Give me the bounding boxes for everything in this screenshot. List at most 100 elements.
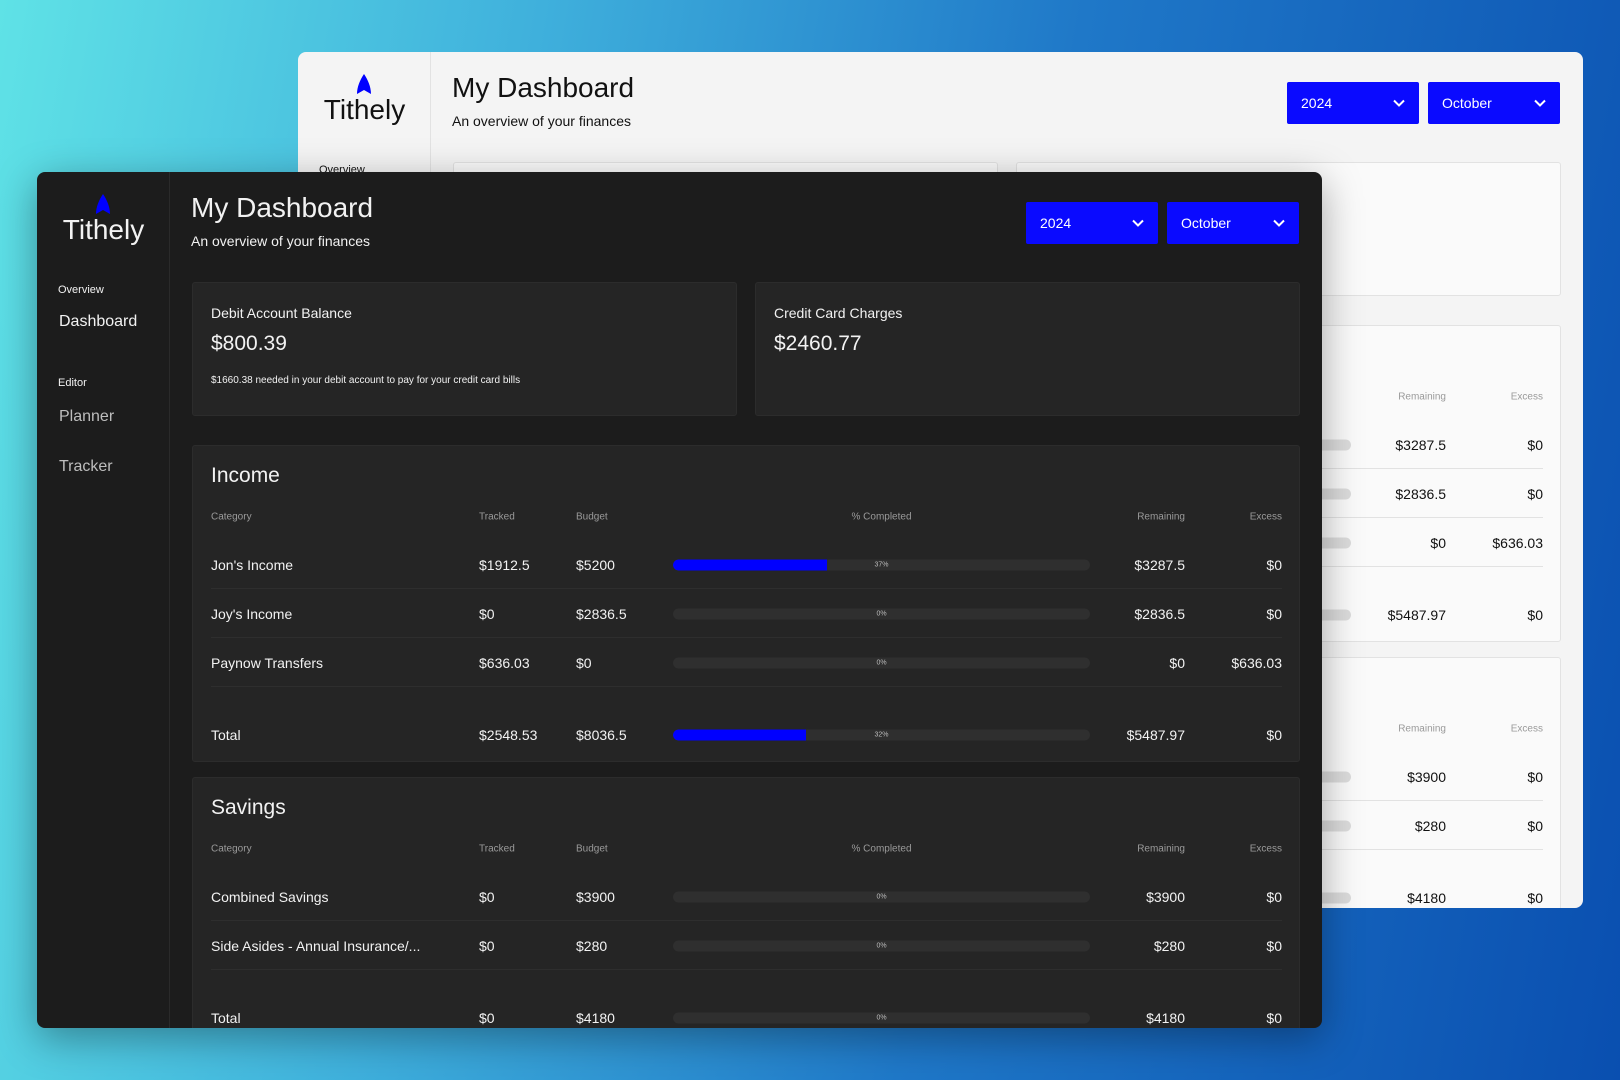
sidebar-item-tracker[interactable]: Tracker (59, 458, 113, 476)
table-row: Joy's Income $0 $2836.5 0% $2836.5 $0 (193, 589, 1299, 638)
page-subtitle: An overview of your finances (452, 113, 631, 129)
dark-dashboard-window: Tithely Overview Dashboard Editor Planne… (37, 172, 1322, 1028)
progress-bar: 0% (673, 608, 1090, 619)
excess-cell: $0 (1527, 889, 1543, 906)
excess-cell: $0 (1266, 937, 1282, 954)
year-value: 2024 (1040, 215, 1072, 231)
month-value: October (1442, 95, 1492, 111)
savings-panel: Savings Category Tracked Budget % Comple… (192, 777, 1300, 1028)
chevron-down-icon (1393, 99, 1405, 107)
month-value: October (1181, 215, 1231, 231)
col-category: Category (211, 511, 252, 523)
row-divider (211, 686, 1282, 687)
remaining-cell: $3287.5 (1134, 556, 1185, 573)
excess-cell: $0 (1527, 436, 1543, 453)
card-value: $800.39 (211, 332, 287, 355)
total-row: Total $2548.53 $8036.5 32% $5487.97 $0 (193, 710, 1299, 759)
income-title: Income (211, 464, 280, 487)
logo-icon (357, 74, 371, 94)
progress-label: 0% (876, 942, 887, 949)
table-row: Jon's Income $1912.5 $5200 37% $3287.5 $… (193, 540, 1299, 589)
remaining-cell: $280 (1153, 937, 1185, 954)
chevron-down-icon (1273, 219, 1285, 227)
category-cell: Combined Savings (211, 888, 329, 905)
debit-balance-card: Debit Account Balance $800.39 $1660.38 n… (192, 282, 737, 416)
page-title: My Dashboard (191, 192, 374, 223)
excess-cell: $0 (1527, 817, 1543, 834)
sidebar-item-dashboard[interactable]: Dashboard (59, 313, 137, 331)
progress-label: 0% (876, 610, 887, 617)
col-budget: Budget (576, 843, 608, 855)
budget-cell: $0 (576, 654, 592, 671)
progress-label: 37% (874, 561, 889, 568)
tracked-cell: $636.03 (479, 654, 530, 671)
page-title: My Dashboard (452, 72, 635, 103)
col-budget: Budget (576, 511, 608, 523)
excess-cell: $0 (1266, 1009, 1282, 1026)
table-row: Side Asides - Annual Insurance/... $0 $2… (193, 921, 1299, 970)
logo-text: Tithely (323, 94, 406, 125)
category-cell: Paynow Transfers (211, 654, 324, 671)
tracked-cell: $0 (479, 1009, 495, 1026)
budget-cell: $4180 (576, 1009, 615, 1026)
excess-cell: $0 (1266, 726, 1282, 743)
excess-cell: $0 (1266, 605, 1282, 622)
remaining-cell: $5487.97 (1126, 726, 1185, 743)
tracked-cell: $1912.5 (479, 556, 530, 573)
excess-cell: $0 (1266, 556, 1282, 573)
card-value: $2460.77 (774, 332, 862, 355)
progress-bar: 0% (673, 940, 1090, 951)
progress-label: 0% (876, 659, 887, 666)
col-remaining: Remaining (1398, 723, 1446, 735)
budget-cell: $3900 (576, 888, 615, 905)
budget-cell: $2836.5 (576, 605, 627, 622)
year-select[interactable]: 2024 (1287, 82, 1419, 124)
chevron-down-icon (1534, 99, 1546, 107)
card-label: Debit Account Balance (211, 305, 352, 321)
remaining-cell: $0 (1169, 654, 1185, 671)
col-completed: % Completed (851, 511, 912, 523)
remaining-cell: $280 (1414, 817, 1446, 834)
table-row: Combined Savings $0 $3900 0% $3900 $0 (193, 872, 1299, 921)
sidebar-item-planner[interactable]: Planner (59, 408, 114, 426)
category-cell: Total (211, 726, 241, 743)
card-note: $1660.38 needed in your debit account to… (211, 375, 521, 386)
month-select[interactable]: October (1428, 82, 1560, 124)
col-excess: Excess (1510, 723, 1543, 735)
budget-cell: $280 (576, 937, 608, 954)
excess-cell: $0 (1527, 485, 1543, 502)
chevron-down-icon (1132, 219, 1144, 227)
progress-bar: 0% (673, 891, 1090, 902)
remaining-cell: $2836.5 (1134, 605, 1185, 622)
savings-title: Savings (211, 796, 286, 819)
remaining-cell: $5487.97 (1387, 606, 1446, 623)
category-cell: Total (211, 1009, 241, 1026)
tracked-cell: $0 (479, 888, 495, 905)
year-select[interactable]: 2024 (1026, 202, 1158, 244)
remaining-cell: $0 (1430, 534, 1446, 551)
excess-cell: $0 (1266, 888, 1282, 905)
budget-cell: $5200 (576, 556, 615, 573)
income-panel: Income Category Tracked Budget % Complet… (192, 445, 1300, 762)
remaining-cell: $2836.5 (1395, 485, 1446, 502)
col-excess: Excess (1510, 391, 1543, 403)
table-row: Paynow Transfers $636.03 $0 0% $0 $636.0… (193, 638, 1299, 687)
category-cell: Joy's Income (211, 605, 293, 622)
progress-label: 0% (876, 1014, 887, 1021)
progress-bar: 32% (673, 729, 1090, 740)
month-select[interactable]: October (1167, 202, 1299, 244)
sidebar: Tithely Overview Dashboard Editor Planne… (37, 172, 170, 1028)
progress-bar: 37% (673, 559, 1090, 570)
col-remaining: Remaining (1398, 391, 1446, 403)
tracked-cell: $2548.53 (479, 726, 538, 743)
col-excess: Excess (1249, 511, 1282, 523)
col-tracked: Tracked (479, 511, 515, 523)
row-divider (211, 969, 1282, 970)
category-cell: Jon's Income (211, 556, 294, 573)
col-tracked: Tracked (479, 843, 515, 855)
remaining-cell: $4180 (1407, 889, 1446, 906)
table-header: Category Tracked Budget % Completed Rema… (193, 838, 1299, 860)
progress-label: 32% (874, 731, 889, 738)
credit-charges-card: Credit Card Charges $2460.77 (755, 282, 1300, 416)
tracked-cell: $0 (479, 937, 495, 954)
